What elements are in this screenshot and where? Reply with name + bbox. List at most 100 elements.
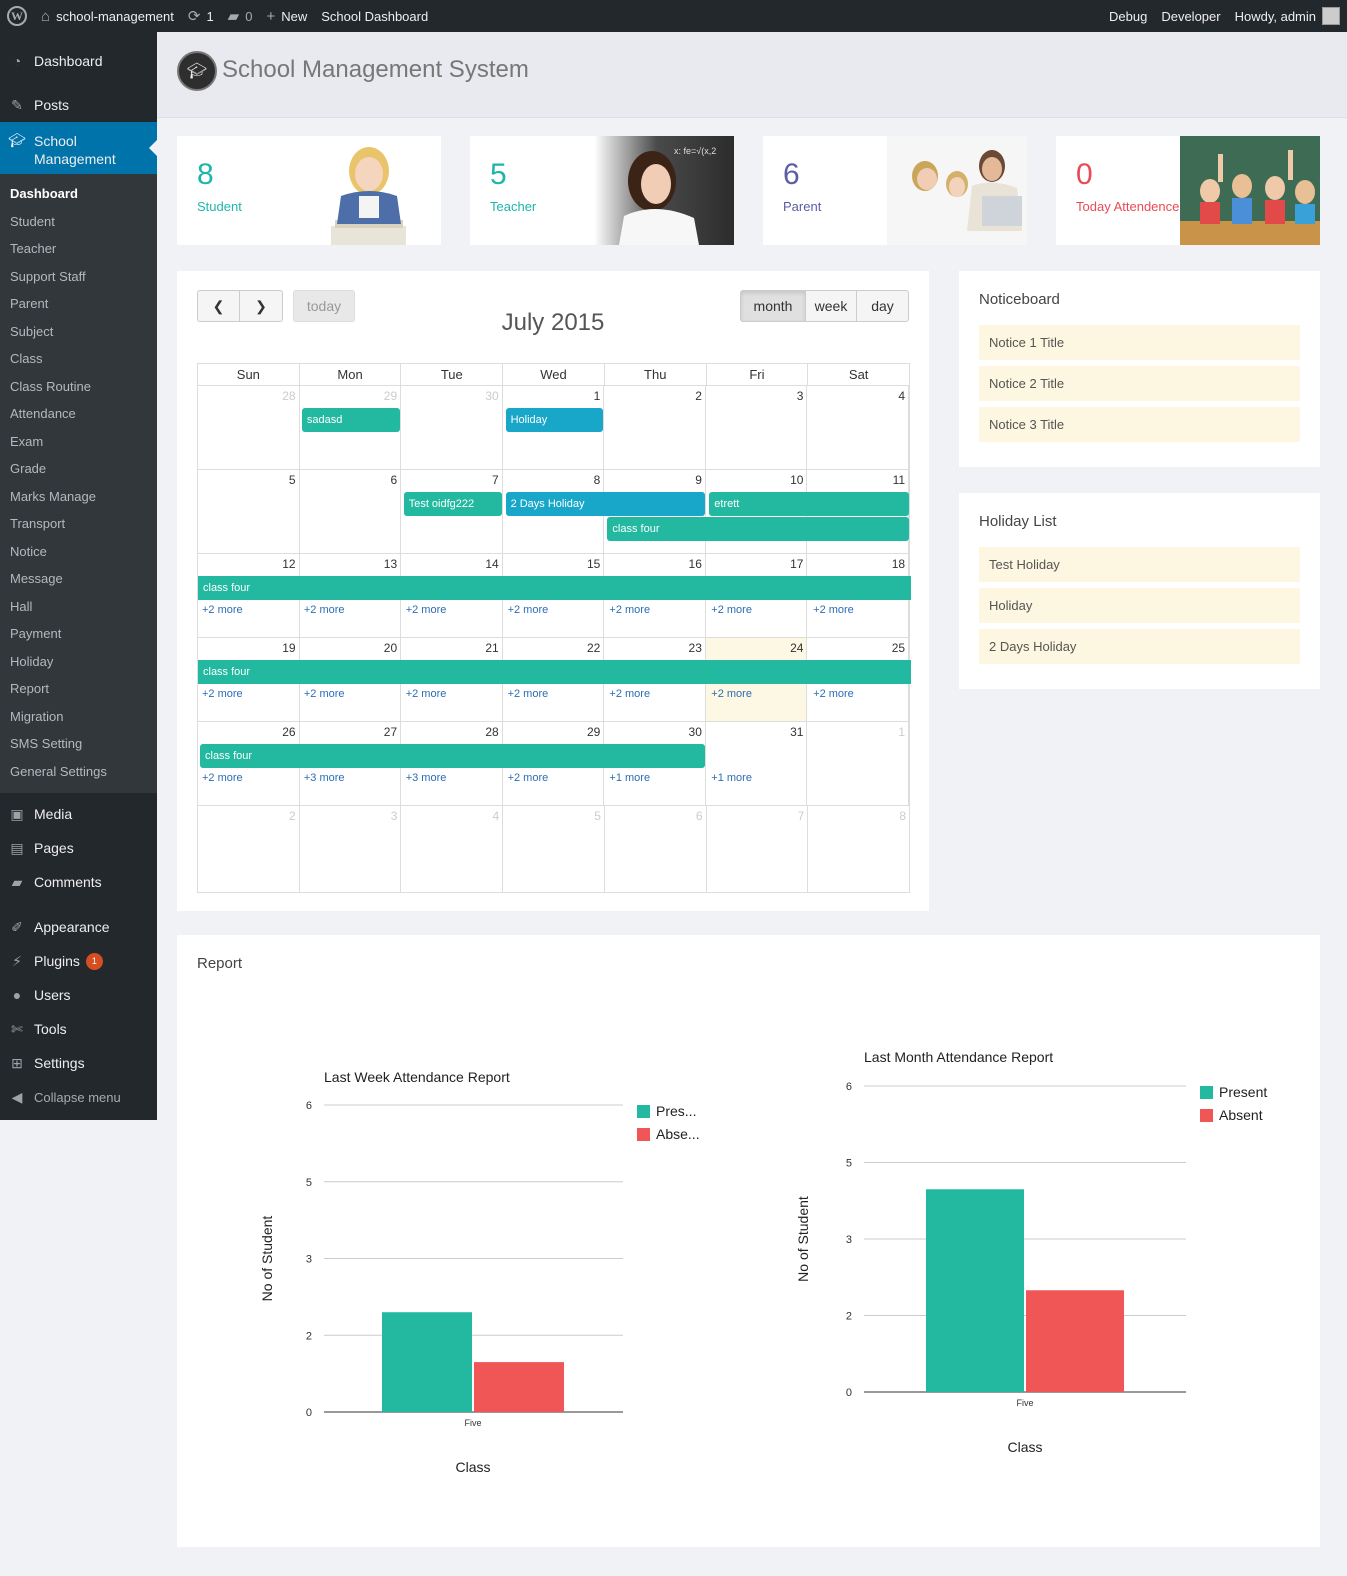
more-events-link[interactable]: +2 more	[202, 688, 243, 700]
more-events-link[interactable]: +2 more	[406, 604, 447, 616]
more-events-link[interactable]: +1 more	[711, 772, 752, 784]
more-events-link[interactable]: +2 more	[813, 604, 854, 616]
submenu-item-report[interactable]: Report	[0, 675, 157, 703]
submenu-item-hall[interactable]: Hall	[0, 593, 157, 621]
submenu-item-marks-manage[interactable]: Marks Manage	[0, 483, 157, 511]
calendar-day-cell[interactable]: 4	[401, 806, 504, 892]
submenu-item-exam[interactable]: Exam	[0, 428, 157, 456]
calendar-event[interactable]: etrett	[709, 492, 909, 516]
calendar-event[interactable]: Holiday	[505, 408, 604, 432]
more-events-link[interactable]: +2 more	[304, 604, 345, 616]
holiday-item[interactable]: 2 Days Holiday	[979, 629, 1300, 664]
attendance-count-card[interactable]: 0 Today Attendence	[1056, 136, 1320, 245]
calendar-day-cell[interactable]: 5	[198, 470, 300, 553]
submenu-item-sms-setting[interactable]: SMS Setting	[0, 730, 157, 758]
submenu-item-message[interactable]: Message	[0, 565, 157, 593]
holiday-item[interactable]: Test Holiday	[979, 547, 1300, 582]
holiday-item[interactable]: Holiday	[979, 588, 1300, 623]
submenu-item-migration[interactable]: Migration	[0, 703, 157, 731]
new-content-link[interactable]: + New	[259, 0, 314, 32]
submenu-item-subject[interactable]: Subject	[0, 318, 157, 346]
submenu-item-class-routine[interactable]: Class Routine	[0, 373, 157, 401]
more-events-link[interactable]: +2 more	[304, 688, 345, 700]
collapse-menu-button[interactable]: ◀ Collapse menu	[0, 1080, 157, 1114]
menu-appearance[interactable]: ✐ Appearance	[0, 910, 157, 944]
submenu-item-student[interactable]: Student	[0, 208, 157, 236]
calendar-day-cell[interactable]: 3	[300, 806, 402, 892]
developer-link[interactable]: Developer	[1154, 0, 1227, 32]
menu-tools[interactable]: ✄ Tools	[0, 1012, 157, 1046]
menu-media[interactable]: ▣ Media	[0, 797, 157, 831]
calendar-day-cell[interactable]: 28	[198, 386, 300, 469]
calendar-day-cell[interactable]: 6	[605, 806, 707, 892]
menu-dashboard[interactable]: ◔ Dashboard	[0, 44, 157, 78]
calendar-event[interactable]: class four	[200, 744, 706, 768]
calendar-day-cell[interactable]: 1	[807, 722, 910, 805]
submenu-item-general-settings[interactable]: General Settings	[0, 758, 157, 786]
menu-school-management[interactable]: 🎓︎ School Management	[0, 122, 157, 174]
menu-users[interactable]: ● Users	[0, 978, 157, 1012]
submenu-item-teacher[interactable]: Teacher	[0, 235, 157, 263]
submenu-item-notice[interactable]: Notice	[0, 538, 157, 566]
wordpress-logo-button[interactable]: W	[0, 0, 34, 32]
debug-link[interactable]: Debug	[1102, 0, 1154, 32]
menu-pages[interactable]: ▤ Pages	[0, 831, 157, 865]
calendar-day-cell[interactable]: 8	[808, 806, 909, 892]
comments-link[interactable]: ▰ 0	[221, 0, 260, 32]
notice-item[interactable]: Notice 3 Title	[979, 407, 1300, 442]
parent-count-card[interactable]: 6 Parent	[763, 136, 1027, 245]
calendar-day-cell[interactable]: 3	[706, 386, 808, 469]
submenu-item-support-staff[interactable]: Support Staff	[0, 263, 157, 291]
updates-link[interactable]: ⟳ 1	[181, 0, 221, 32]
calendar-day-cell[interactable]: 5	[503, 806, 605, 892]
submenu-item-parent[interactable]: Parent	[0, 290, 157, 318]
calendar-event[interactable]: Test oidfg222	[403, 492, 502, 516]
calendar-day-cell[interactable]: 30	[401, 386, 503, 469]
more-events-link[interactable]: +3 more	[304, 772, 345, 784]
more-events-link[interactable]: +2 more	[711, 688, 752, 700]
more-events-link[interactable]: +3 more	[406, 772, 447, 784]
menu-settings[interactable]: ⊞ Settings	[0, 1046, 157, 1080]
calendar-day-cell[interactable]: 2	[198, 806, 300, 892]
calendar-event[interactable]: class four	[198, 576, 911, 600]
calendar-day-cell[interactable]: 4	[807, 386, 910, 469]
school-dashboard-link[interactable]: School Dashboard	[314, 0, 435, 32]
more-events-link[interactable]: +2 more	[508, 688, 549, 700]
weekday-tue: Tue	[401, 364, 504, 385]
account-menu[interactable]: Howdy, admin	[1228, 0, 1347, 32]
more-events-link[interactable]: +2 more	[406, 688, 447, 700]
menu-comments[interactable]: ▰ Comments	[0, 865, 157, 899]
submenu-item-holiday[interactable]: Holiday	[0, 648, 157, 676]
more-events-link[interactable]: +2 more	[609, 688, 650, 700]
more-events-link[interactable]: +2 more	[508, 772, 549, 784]
submenu-item-transport[interactable]: Transport	[0, 510, 157, 538]
calendar-event[interactable]: sadasd	[301, 408, 400, 432]
calendar-day-cell[interactable]: 2	[604, 386, 706, 469]
more-events-link[interactable]: +2 more	[711, 604, 752, 616]
more-events-link[interactable]: +2 more	[813, 688, 854, 700]
more-events-link[interactable]: +2 more	[202, 604, 243, 616]
submenu-item-dashboard[interactable]: Dashboard	[0, 180, 157, 208]
submenu-item-class[interactable]: Class	[0, 345, 157, 373]
notice-item[interactable]: Notice 1 Title	[979, 325, 1300, 360]
submenu-item-attendance[interactable]: Attendance	[0, 400, 157, 428]
more-events-link[interactable]: +2 more	[609, 604, 650, 616]
student-count-card[interactable]: 8 Student	[177, 136, 441, 245]
more-events-link[interactable]: +2 more	[202, 772, 243, 784]
calendar-day-cell[interactable]: 6	[300, 470, 402, 553]
teacher-count-card[interactable]: 5 Teacher x: fe=√(x,2	[470, 136, 734, 245]
calendar-event[interactable]: class four	[607, 517, 909, 541]
calendar-event[interactable]: class four	[198, 660, 911, 684]
submenu-item-grade[interactable]: Grade	[0, 455, 157, 483]
submenu-item-payment[interactable]: Payment	[0, 620, 157, 648]
calendar-day-cell[interactable]: 31	[706, 722, 808, 805]
more-events-link[interactable]: +2 more	[508, 604, 549, 616]
more-events-link[interactable]: +1 more	[609, 772, 650, 784]
weekday-mon: Mon	[300, 364, 402, 385]
menu-plugins[interactable]: ⚡︎ Plugins 1	[0, 944, 157, 978]
menu-posts[interactable]: ✎ Posts	[0, 88, 157, 122]
site-name-link[interactable]: ⌂ school-management	[34, 0, 181, 32]
notice-item[interactable]: Notice 2 Title	[979, 366, 1300, 401]
calendar-event[interactable]: 2 Days Holiday	[505, 492, 706, 516]
calendar-day-cell[interactable]: 7	[707, 806, 809, 892]
